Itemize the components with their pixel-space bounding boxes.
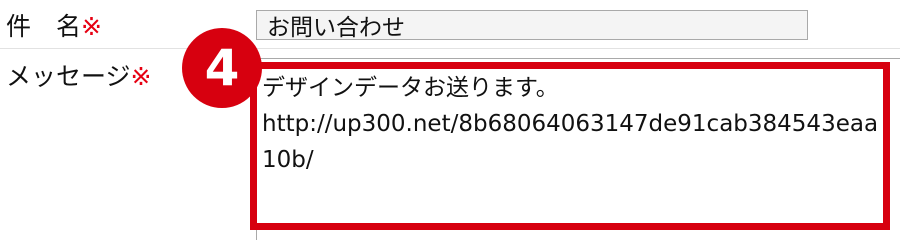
contact-form: 件 名※ メッセージ※ デザインデータお送ります。 http://up300.n…: [0, 0, 900, 240]
subject-input[interactable]: [256, 10, 808, 40]
subject-label-text: 件 名: [6, 12, 82, 41]
message-label: メッセージ※: [6, 64, 151, 89]
message-text: デザインデータお送ります。 http://up300.net/8b6806406…: [262, 75, 879, 173]
message-label-text: メッセージ: [6, 62, 131, 91]
message-required-mark: ※: [130, 62, 152, 91]
row-divider: [0, 48, 900, 49]
subject-label: 件 名※: [6, 14, 102, 39]
subject-required-mark: ※: [81, 12, 102, 41]
step-number-badge: 4: [182, 28, 262, 108]
